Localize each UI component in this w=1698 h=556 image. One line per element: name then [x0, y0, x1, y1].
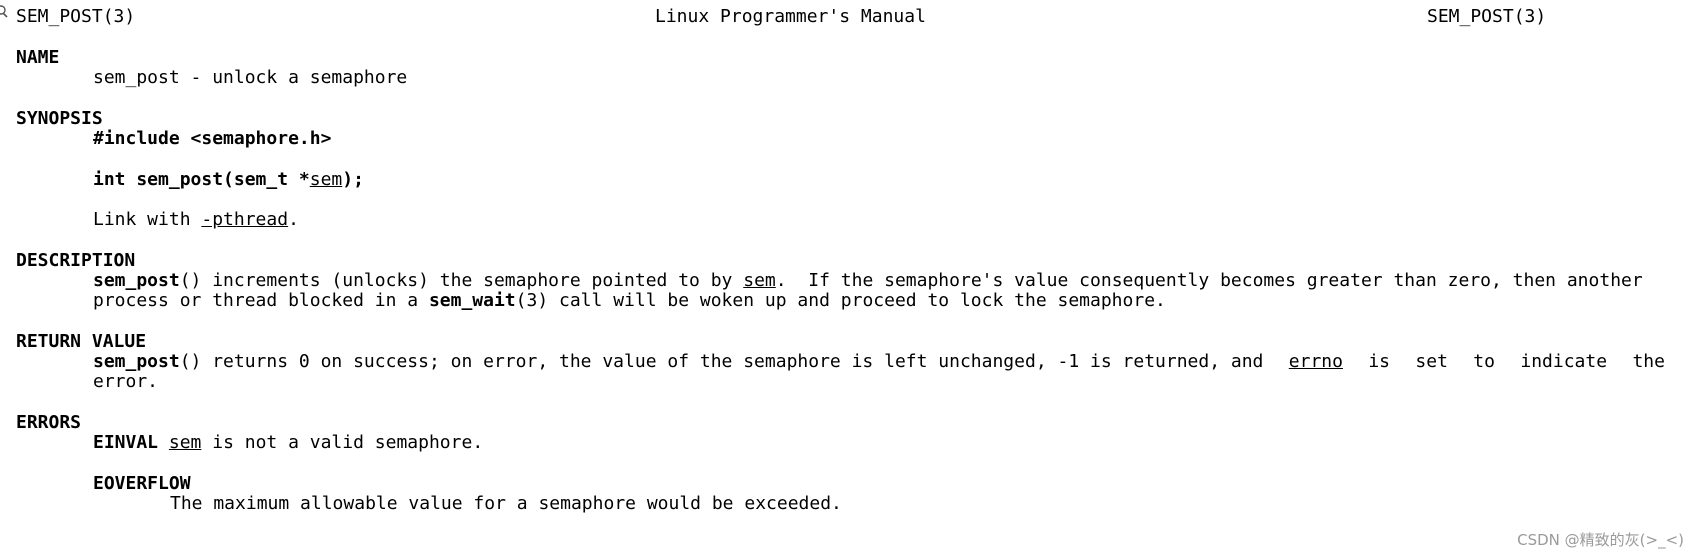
- man-page-terminal: SEM_POST(3) Linux Programmer's Manual SE…: [0, 0, 1698, 556]
- header-right: SEM_POST(3): [1427, 6, 1547, 27]
- return-text: () returns 0 on success; on error, the v…: [179, 351, 1264, 372]
- error-eoverflow-name: EOVERFLOW: [93, 473, 191, 494]
- synopsis-prototype: int sem_post(sem_t *sem);: [93, 169, 364, 191]
- section-errors-heading: ERRORS: [16, 412, 82, 433]
- section-name-heading: NAME: [16, 47, 60, 68]
- link-prefix: Link with: [93, 209, 202, 230]
- return-main: sem_post() returns 0 on success; on erro…: [93, 351, 1263, 373]
- desc-arg: sem: [743, 270, 776, 291]
- desc-text-b: . If the semaphore's value consequently …: [775, 270, 1643, 291]
- header-left: SEM_POST(3): [16, 6, 136, 27]
- return-line-2: error.: [93, 371, 159, 392]
- link-suffix: .: [288, 209, 299, 230]
- section-description-heading: DESCRIPTION: [16, 250, 136, 271]
- einval-name: EINVAL: [93, 432, 159, 453]
- return-word-to: to: [1473, 351, 1495, 372]
- synopsis-include: #include <semaphore.h>: [93, 128, 332, 149]
- prototype-arg: sem: [309, 169, 343, 190]
- header-center: Linux Programmer's Manual: [655, 6, 926, 27]
- section-synopsis-heading: SYNOPSIS: [16, 108, 103, 129]
- description-line-2: process or thread blocked in a sem_wait(…: [93, 290, 1166, 312]
- desc-text-a: () increments (unlocks) the semaphore po…: [179, 270, 744, 291]
- return-errno: errno: [1288, 351, 1343, 372]
- return-word-the: the: [1632, 351, 1665, 372]
- error-einval: EINVAL sem is not a valid semaphore.: [93, 432, 483, 454]
- return-func: sem_post: [93, 351, 180, 372]
- synopsis-link-line: Link with -pthread.: [93, 209, 299, 231]
- einval-text: is not a valid semaphore.: [201, 432, 484, 453]
- section-return-heading: RETURN VALUE: [16, 331, 147, 352]
- prototype-end: );: [342, 169, 364, 190]
- return-line-1: sem_post() returns 0 on success; on erro…: [93, 351, 1665, 373]
- einval-arg: sem: [168, 432, 202, 453]
- link-flag: -pthread: [201, 209, 289, 230]
- description-line-1: sem_post() increments (unlocks) the sema…: [93, 270, 1643, 292]
- return-word-set: set: [1415, 351, 1448, 372]
- desc-func-ref: sem_wait: [428, 290, 516, 311]
- desc-text-c: process or thread blocked in a: [93, 290, 429, 311]
- return-word-indicate: indicate: [1520, 351, 1608, 372]
- desc-text-d: (3) call will be woken up and proceed to…: [515, 290, 1166, 311]
- return-word-is: is: [1368, 351, 1391, 372]
- csdn-watermark: CSDN @精致的灰(>_<): [1517, 531, 1684, 549]
- prototype-signature: int sem_post(sem_t *: [93, 169, 310, 190]
- error-eoverflow-text: The maximum allowable value for a semaph…: [170, 493, 842, 514]
- desc-func: sem_post: [93, 270, 180, 291]
- partial-magnifier-icon: [0, 5, 8, 18]
- name-description: sem_post - unlock a semaphore: [93, 67, 408, 88]
